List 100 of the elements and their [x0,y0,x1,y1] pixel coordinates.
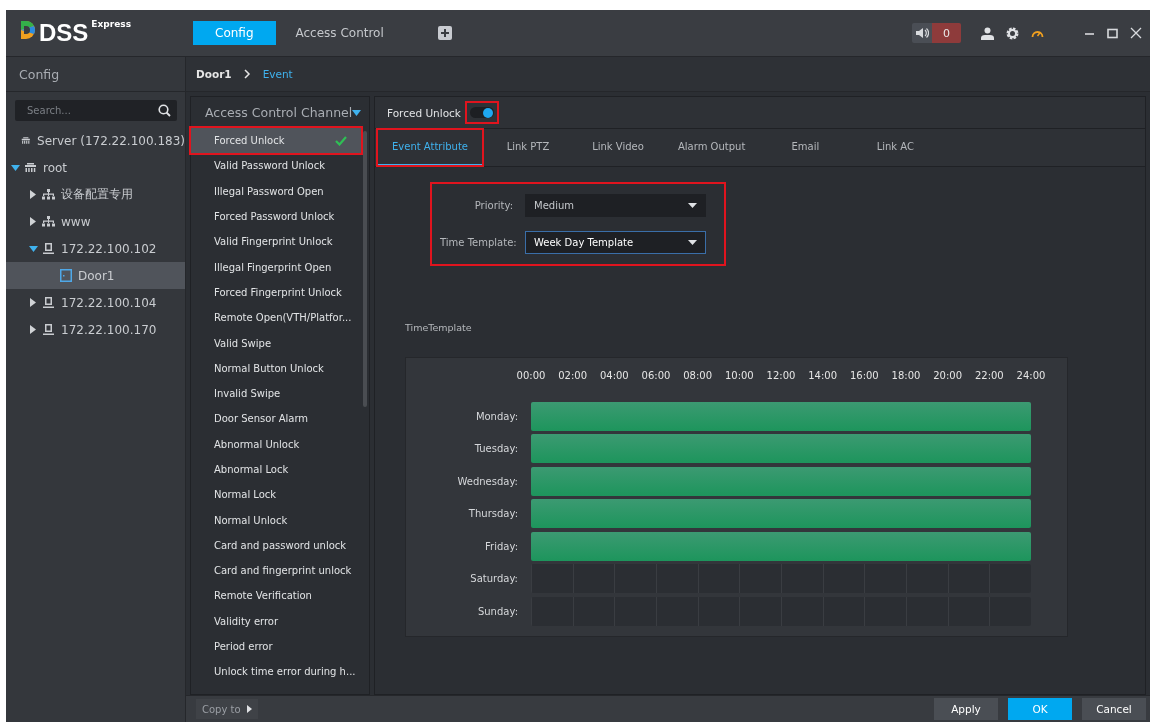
channel-item[interactable]: Normal Unlock [191,507,361,533]
channel-item[interactable]: Forced Fingerprint Unlock [191,279,361,306]
sidebar-title: Config [6,57,185,92]
maximize-icon[interactable] [1107,27,1118,39]
tree-item[interactable]: www [6,208,185,235]
tree-label: 172.22.100.104 [61,295,157,310]
caret-down-icon[interactable] [352,109,362,116]
add-tab-button[interactable] [437,26,452,40]
tab[interactable]: Email [760,129,851,166]
tab[interactable]: Link PTZ [483,129,573,166]
tree-label: root [43,160,68,175]
tree-label: www [61,214,91,229]
breadcrumb-item[interactable]: Event [262,68,293,80]
caret-right-icon[interactable] [30,325,36,334]
caret-right-icon[interactable] [30,217,36,226]
channel-item[interactable]: Validity error [191,608,361,634]
channel-item[interactable]: Period error [191,633,361,660]
channel-label: Normal Unlock [214,514,288,526]
channel-item[interactable]: Valid Swipe [191,330,361,356]
logo-suffix: Express [91,19,131,29]
channel-item[interactable]: Door Sensor Alarm [191,406,361,432]
footer-button[interactable]: Cancel [1082,698,1146,720]
channel-label: Validity error [214,615,279,627]
alarm-indicator[interactable]: 0 [912,23,961,43]
time-tick: 04:00 [599,370,629,381]
caret-right-icon[interactable] [30,298,36,307]
channel-label: Valid Password Unlock [214,160,325,172]
channel-label: Normal Button Unlock [214,362,324,374]
footer-button[interactable]: Apply [934,698,998,720]
close-icon[interactable] [1130,27,1142,39]
search-field[interactable]: Search... [15,100,177,121]
day-label: Sunday: [476,605,519,617]
channel-label: Normal Lock [214,489,277,501]
event-name: Forced Unlock [387,106,461,119]
channel-label: Period error [214,641,273,653]
device-icon [42,242,55,255]
channel-item[interactable]: Valid Fingerprint Unlock [191,229,361,255]
channel-item[interactable]: Remote Verification [191,583,361,609]
caret-right-icon[interactable] [30,190,36,199]
time-tick: 24:00 [1016,370,1046,381]
alarm-count: 0 [932,23,961,43]
tree-item[interactable]: Server (172.22.100.183) [6,127,185,154]
channel-label: Remote Open(VTH/Platfor... [214,312,352,324]
time-tick: 02:00 [558,370,588,381]
tree-item[interactable]: root [6,154,185,181]
tree-item[interactable]: 172.22.100.104 [6,289,185,316]
channel-item[interactable]: Normal Lock [191,482,361,508]
channel-item[interactable]: Card and password unlock [191,532,361,559]
search-icon[interactable] [158,104,171,117]
tab[interactable]: Event Attribute [377,129,483,166]
caret-down-icon[interactable] [10,164,20,171]
tab[interactable]: Alarm Output [663,129,761,166]
channel-label: Abnormal Unlock [214,438,300,450]
tree-label: 172.22.100.102 [61,241,157,256]
channel-item[interactable]: Illegal Password Open [191,178,361,204]
channel-label: Illegal Fingerprint Open [214,261,332,273]
time-tick: 22:00 [974,370,1004,381]
day-label: Friday: [484,540,519,552]
dropdown-field[interactable]: Medium [525,194,706,217]
channel-item[interactable]: Unlock time error during h... [191,659,361,685]
channel-item[interactable]: Card and fingerprint unlock [191,558,361,584]
channel-label: Forced Unlock [214,135,285,147]
tab[interactable]: Link AC [850,129,941,166]
tree-item[interactable]: 172.22.100.170 [6,316,185,343]
channel-item[interactable]: Forced Unlock [191,128,361,154]
tree-item[interactable]: Door1 [6,262,185,289]
schedule-bar[interactable] [531,531,1031,561]
channel-label: Valid Fingerprint Unlock [214,236,333,248]
day-label: Saturday: [469,573,519,585]
channel-item[interactable]: Valid Password Unlock [191,153,361,179]
top-tab[interactable]: Access Control [281,21,398,45]
tree-item[interactable]: 172.22.100.102 [6,235,185,262]
tab[interactable]: Link Video [573,129,663,166]
field-label: Priority: [473,200,513,211]
breadcrumb-item[interactable]: Door1 [196,68,232,80]
schedule-bar[interactable] [531,401,1031,431]
copy-to-button[interactable]: Copy to [196,699,258,719]
schedule-bar[interactable] [531,466,1031,496]
schedule-bar[interactable] [531,434,1031,464]
dropdown-field[interactable]: Week Day Template [525,231,706,254]
schedule-bar[interactable] [531,499,1031,529]
user-icon[interactable] [981,26,994,40]
channel-item[interactable]: Forced Password Unlock [191,203,361,230]
channel-item[interactable]: Invalid Swipe [191,380,361,407]
caret-down-icon[interactable] [28,245,38,252]
time-tick: 12:00 [766,370,796,381]
channel-item[interactable]: Normal Button Unlock [191,355,361,381]
channel-item[interactable]: Abnormal Lock [191,456,361,483]
channel-label: Illegal Password Open [214,185,324,197]
time-tick: 16:00 [849,370,879,381]
channel-label: Forced Fingerprint Unlock [214,286,342,298]
channel-item[interactable]: Illegal Fingerprint Open [191,254,361,280]
event-toggle[interactable] [469,107,494,118]
channel-item[interactable]: Remote Open(VTH/Platfor... [191,305,361,331]
gauge-icon[interactable] [1031,28,1044,38]
settings-icon[interactable] [1006,26,1019,40]
network-icon [42,216,55,227]
channel-item[interactable]: Abnormal Unlock [191,431,361,457]
server-icon [21,135,32,146]
tree-item[interactable]: 设备配置专用 [6,181,185,208]
